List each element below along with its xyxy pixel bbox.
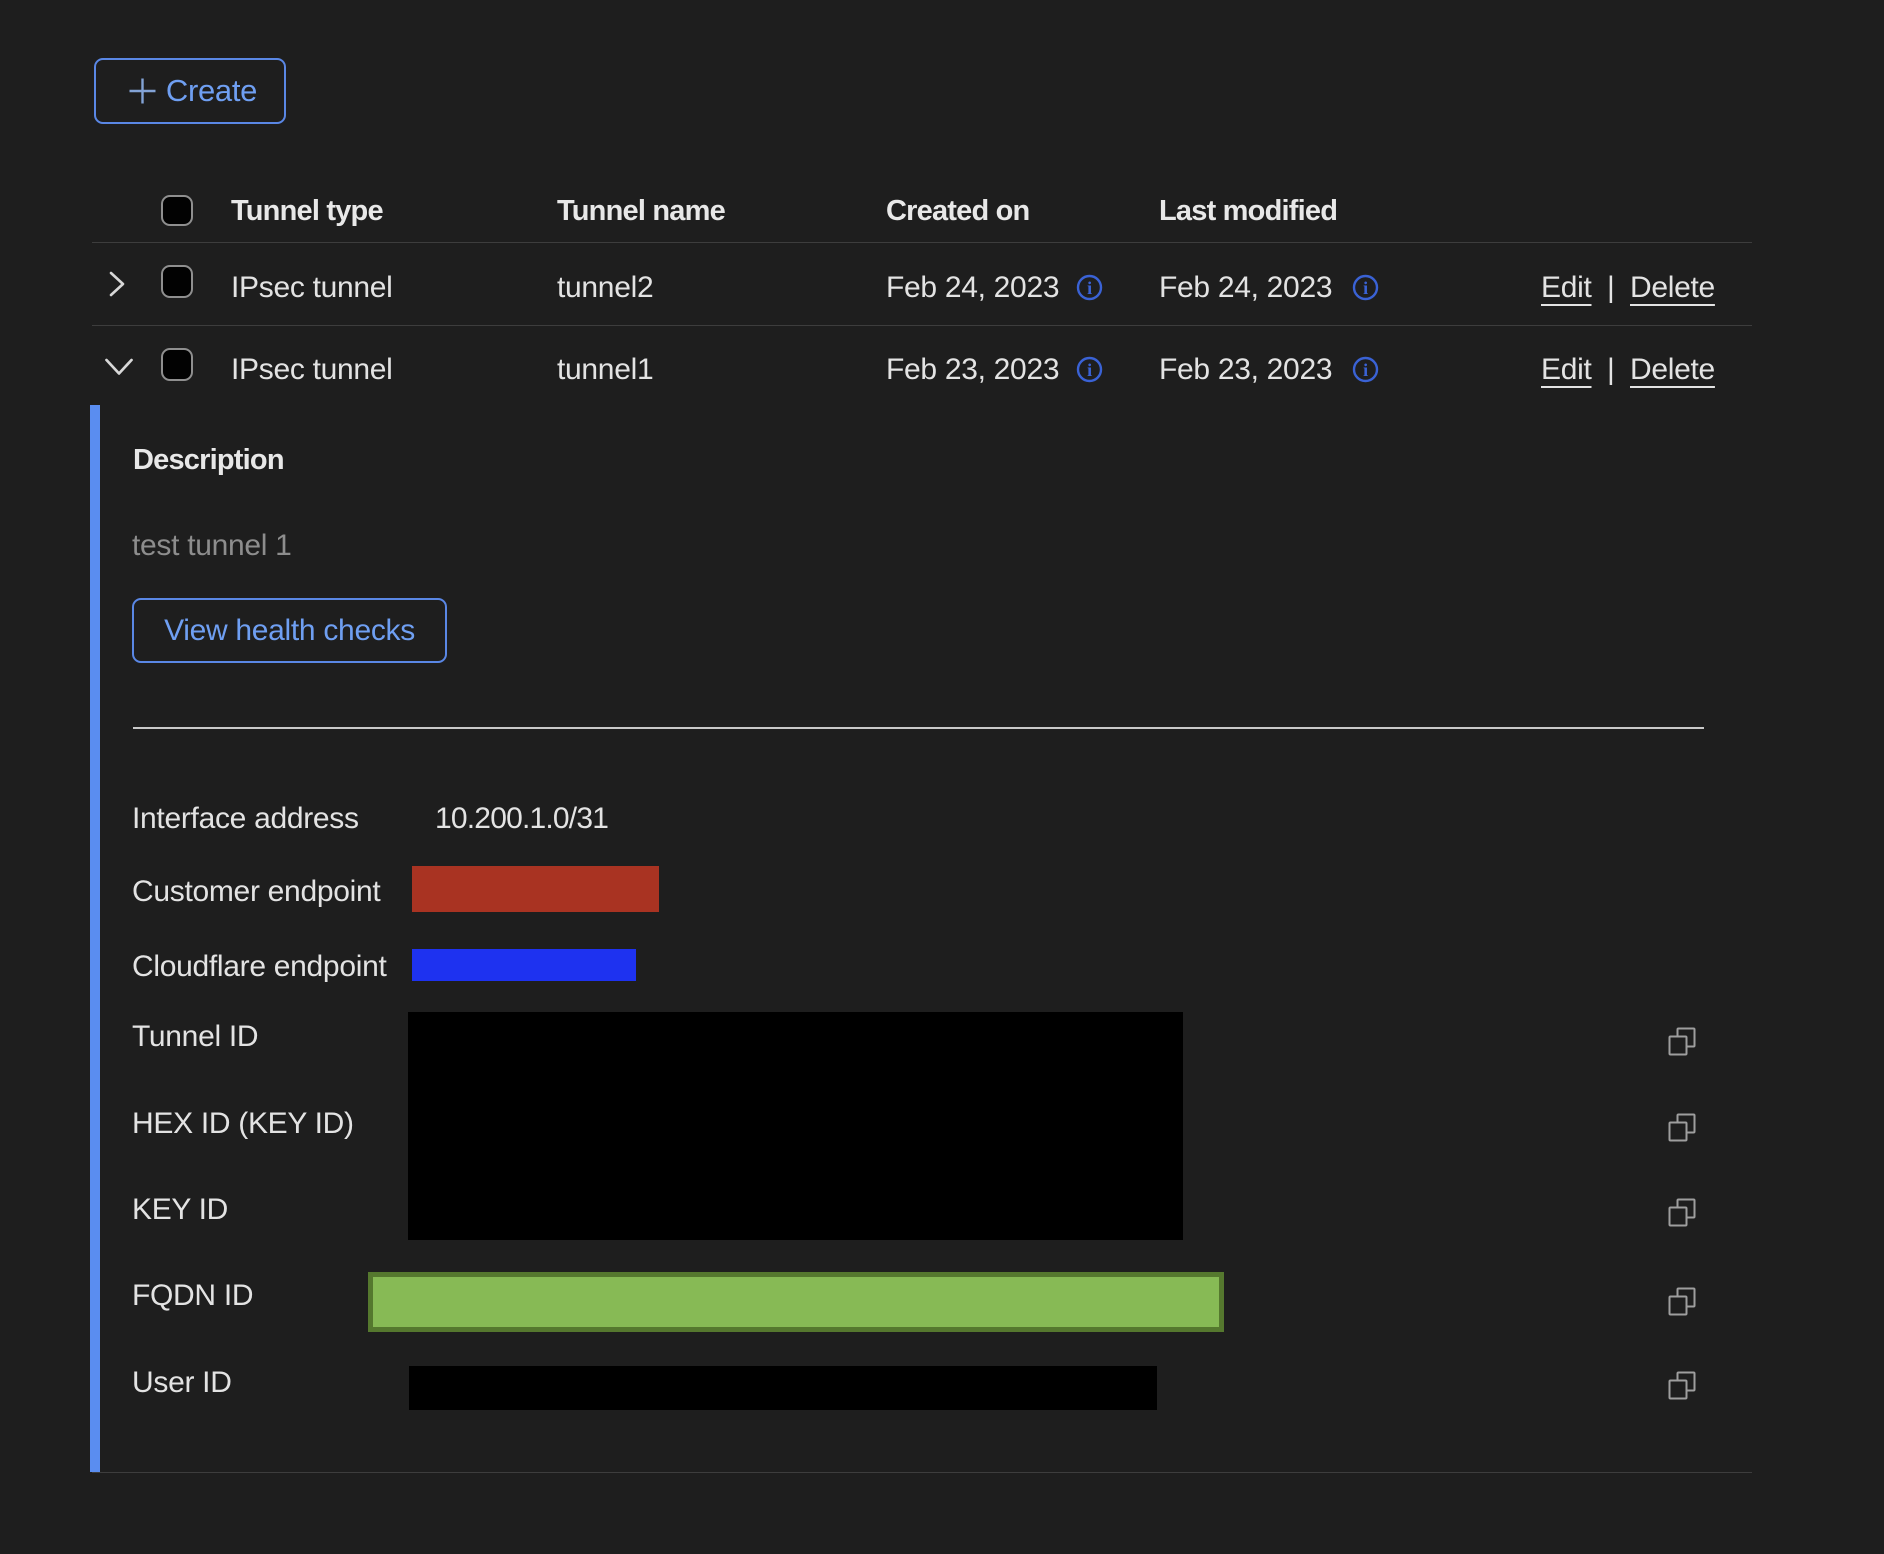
svg-text:i: i — [1363, 360, 1368, 380]
svg-text:i: i — [1087, 278, 1092, 298]
svg-text:i: i — [1087, 360, 1092, 380]
svg-text:i: i — [1363, 278, 1368, 298]
